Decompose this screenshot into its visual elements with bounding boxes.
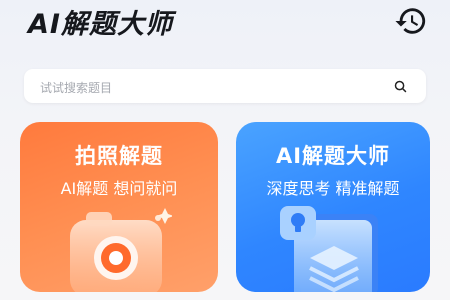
app-title: AI解题大师 [28,9,173,40]
ai-master-card[interactable]: AI解题大师 深度思考 精准解题 [236,122,430,292]
search-bar[interactable]: 试试搜索题目 [24,69,426,103]
ai-master-title: AI解题大师 [275,144,391,168]
book-lightbulb-icon [280,206,378,292]
camera-icon [70,208,172,292]
search-icon[interactable] [393,79,408,94]
photo-solve-card[interactable]: 拍照解题 AI解题 想问就问 [20,122,218,292]
photo-solve-subtitle: AI解题 想问就问 [60,179,178,198]
search-input[interactable]: 试试搜索题目 [40,79,112,96]
ai-master-subtitle: 深度思考 精准解题 [266,179,400,198]
photo-solve-title: 拍照解题 [75,144,163,168]
history-icon[interactable] [394,4,428,38]
